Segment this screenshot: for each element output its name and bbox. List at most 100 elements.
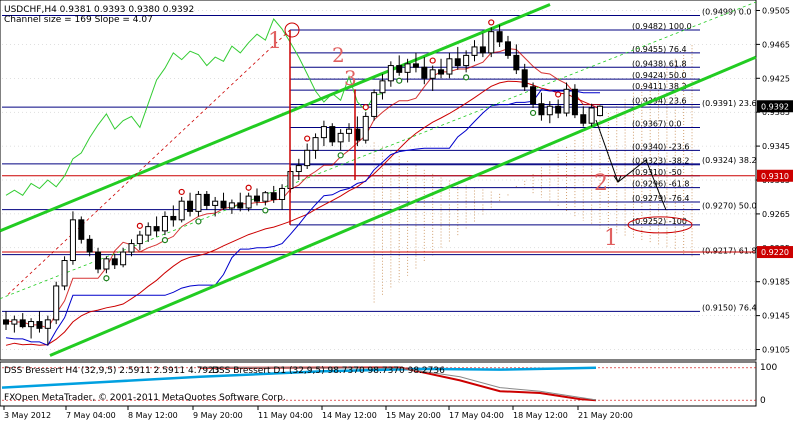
y-tick-label: 0.9345 xyxy=(762,142,790,151)
candle-body xyxy=(304,149,311,167)
candle-body xyxy=(496,31,503,43)
fib-label: (0.9367) 0.0 xyxy=(632,119,682,128)
candle-body xyxy=(44,319,51,329)
price-chart[interactable]: (0.9499) 0.0 (0.9482) 100.0 (0.9455) 76.4 (… xyxy=(0,0,794,424)
fractal-down-marker xyxy=(337,152,344,159)
candle-body xyxy=(178,200,185,221)
candle-body xyxy=(555,105,562,114)
candle-body xyxy=(571,88,578,116)
fractal-down-marker xyxy=(396,77,403,84)
wave-label: 2 xyxy=(332,43,345,67)
fib-label: (0.9438) 61.8 xyxy=(632,59,687,68)
symbol-header: USDCHF,H4 0.9381 0.9393 0.9380 0.9392 xyxy=(4,5,195,15)
candle-body xyxy=(379,80,386,94)
candle-body xyxy=(95,251,102,270)
candle-body xyxy=(111,258,118,266)
channel-info: Channel size = 169 Slope = 4.07 xyxy=(4,15,153,25)
candle-body xyxy=(463,54,470,67)
fractal-up-marker xyxy=(555,91,562,98)
candle-body xyxy=(270,192,277,200)
candle-body xyxy=(195,193,202,212)
candle-body xyxy=(136,234,143,245)
x-tick-label: 14 May 12:00 xyxy=(322,411,377,420)
y-tick-label: 0.9145 xyxy=(762,312,790,321)
dss-d1-label: DSS Bressert D1 (32,9,5) 98.7370 98.7370… xyxy=(212,366,445,376)
candle-body xyxy=(120,251,127,266)
candle-body xyxy=(187,200,194,212)
candle-body xyxy=(36,321,43,329)
candle-body xyxy=(161,215,168,232)
candle-body xyxy=(479,46,486,54)
candle-body xyxy=(295,165,302,173)
dss-axis-top: 100 xyxy=(760,363,778,373)
candle-body xyxy=(546,105,553,116)
fib-label: (0.9482) 100.0 xyxy=(632,22,692,31)
candle-body xyxy=(412,63,419,68)
candle-body xyxy=(61,260,68,287)
candle-body xyxy=(504,41,511,56)
y-tick-label: 0.9185 xyxy=(762,278,790,287)
fractal-down-marker xyxy=(262,207,269,214)
candle-body xyxy=(329,126,336,143)
candle-body xyxy=(86,238,93,253)
x-tick-label: 9 May 20:00 xyxy=(193,411,243,420)
fractal-down-marker xyxy=(463,74,470,81)
candle-body xyxy=(245,195,252,209)
fractal-up-marker xyxy=(304,135,311,142)
price-tag-label: 0.9310 xyxy=(761,172,789,181)
fractal-up-marker xyxy=(362,104,369,111)
candle-body xyxy=(580,114,587,124)
fib-label: (0.9340) -23.6 xyxy=(632,142,689,151)
candle-body xyxy=(396,65,403,73)
fractal-up-marker xyxy=(136,222,143,229)
candle-body xyxy=(220,200,227,209)
y-tick-label: 0.9425 xyxy=(762,74,790,83)
fractal-down-marker xyxy=(161,236,169,244)
y-tick-label: 0.9465 xyxy=(762,40,790,49)
x-tick-label: 18 May 12:00 xyxy=(513,411,568,420)
candle-body xyxy=(262,192,269,202)
candle-body xyxy=(320,126,327,139)
candle-body xyxy=(371,92,378,117)
fractal-up-marker xyxy=(488,19,495,26)
fib-label: (0.9279) -76.4 xyxy=(632,194,689,203)
candle-body xyxy=(563,88,570,114)
candle-body xyxy=(237,202,244,209)
time-axis: 3 May 2012 7 May 04:00 8 May 12:00 9 May 20… xyxy=(3,406,633,420)
candle-body xyxy=(19,319,26,328)
fib-label: (0.9391) 23.6 xyxy=(702,99,757,108)
price-axis: 0.95050.94650.94250.93850.93450.93050.92… xyxy=(756,6,793,355)
wave-label: 1 xyxy=(268,29,282,54)
x-tick-label: 17 May 04:00 xyxy=(449,411,504,420)
candle-body xyxy=(2,319,10,325)
candle-body xyxy=(28,321,35,328)
dss-axis-bottom: 0 xyxy=(760,396,766,406)
fib-label: (0.9270) 50.0 xyxy=(702,202,757,211)
candle-body xyxy=(212,200,219,206)
candle-body xyxy=(103,258,110,270)
candle-body xyxy=(346,128,353,134)
fib-label: (0.9150) 76.4 xyxy=(702,303,757,312)
candle-body xyxy=(362,115,369,141)
candle-body xyxy=(454,58,461,67)
fractal-up-marker xyxy=(245,184,252,191)
candle-body xyxy=(521,69,528,88)
x-tick-label: 15 May 20:00 xyxy=(386,411,441,420)
candle-body xyxy=(69,219,76,262)
fractal-down-marker xyxy=(103,275,110,282)
candle-body xyxy=(128,243,135,253)
candle-body xyxy=(312,137,319,151)
candle-body xyxy=(387,65,394,82)
price-tag-label: 0.9220 xyxy=(761,248,789,257)
candle-body xyxy=(11,319,18,325)
candle-body xyxy=(337,132,344,143)
candle-body xyxy=(78,219,85,240)
wave-label: 2 xyxy=(594,171,608,196)
candle-body xyxy=(203,193,210,206)
fib-label: (0.9499) 0.0 xyxy=(702,8,752,17)
candle-body xyxy=(588,107,595,124)
fractal-down-marker xyxy=(195,218,202,225)
candle-body xyxy=(153,226,160,232)
x-tick-label: 7 May 04:00 xyxy=(66,411,116,420)
fib-label: (0.9296) -61.8 xyxy=(632,180,689,189)
